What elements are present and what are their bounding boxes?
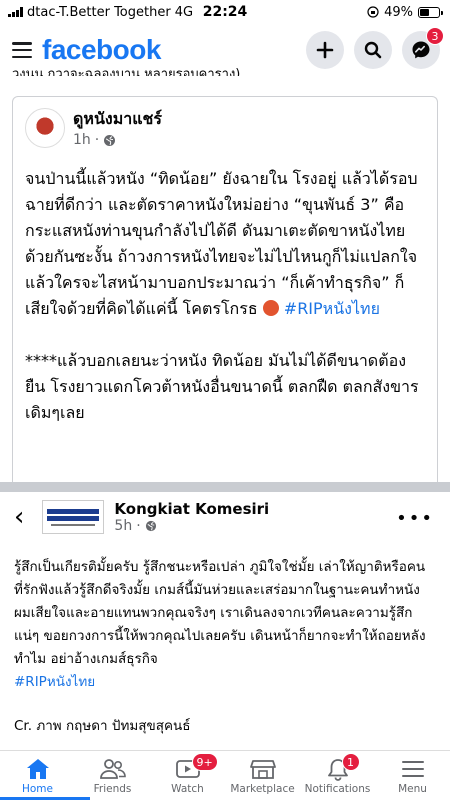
hamburger-icon[interactable] bbox=[12, 42, 32, 58]
status-right: 49% bbox=[367, 4, 443, 20]
nav-marketplace[interactable]: Marketplace bbox=[225, 751, 300, 800]
plus-icon bbox=[316, 41, 334, 59]
embedded-post-text: รู้สึกเป็นเกียรติมั้ยครับ รู้สึกชนะหรือเ… bbox=[14, 559, 426, 667]
watch-badge: 9+ bbox=[191, 753, 218, 771]
hashtag-link: #RIPหนังไทย bbox=[14, 674, 96, 690]
battery-percent: 49% bbox=[384, 4, 413, 20]
menu-icon bbox=[401, 760, 424, 777]
globe-icon bbox=[145, 520, 156, 532]
marketplace-icon bbox=[249, 759, 276, 779]
hashtag-link[interactable]: #RIPหนังไทย bbox=[284, 299, 380, 318]
avatar[interactable] bbox=[25, 107, 65, 148]
post-meta: 1h · bbox=[73, 132, 162, 148]
nav-friends[interactable]: Friends bbox=[75, 751, 150, 800]
meta-separator: · bbox=[94, 132, 100, 148]
embedded-post-body: รู้สึกเป็นเกียรติมั้ยครับ รู้สึกชนะหรือเ… bbox=[14, 556, 436, 694]
battery-fill bbox=[420, 8, 429, 16]
embedded-post-header: ‹ Kongkiat Komesiri 5h · bbox=[14, 500, 436, 534]
post-time[interactable]: 1h bbox=[73, 132, 91, 148]
page-name: Kongkiat Komesiri bbox=[114, 500, 270, 518]
notifications-badge: 1 bbox=[341, 753, 360, 771]
orientation-lock-icon bbox=[367, 6, 379, 18]
battery-icon bbox=[418, 6, 443, 18]
status-bar: dtac-T.Better Together 4G 22:24 49% bbox=[0, 0, 450, 24]
shared-post-header: ดูหนังมาแชร์ 1h · bbox=[25, 107, 425, 148]
globe-icon bbox=[104, 134, 116, 146]
page-logo bbox=[42, 500, 105, 534]
carrier-name: dtac-T.Better Together bbox=[27, 4, 171, 20]
post-paragraph: จนป่านนี้แล้วหนัง “ทิดน้อย” ยังฉายใน โรง… bbox=[25, 166, 425, 322]
network-type: 4G bbox=[174, 4, 194, 20]
embedded-post: ‹ Kongkiat Komesiri 5h · ••• รู้สึกเป็นเ… bbox=[0, 492, 450, 754]
photo-credit: Cr. ภาพ กฤษดา ปัทมสุขสุคนธ์ bbox=[14, 718, 191, 734]
status-left: dtac-T.Better Together 4G bbox=[8, 5, 193, 20]
embedded-post-time: 5h bbox=[114, 518, 133, 534]
messenger-badge: 3 bbox=[426, 27, 444, 45]
nav-watch[interactable]: Watch 9+ bbox=[150, 751, 225, 800]
truncated-text-line: วงนน กวาจะฉลองบาน หลายรอบคาราง) bbox=[12, 67, 241, 76]
post-author[interactable]: ดูหนังมาแชร์ bbox=[73, 107, 162, 132]
shared-post-card[interactable]: ดูหนังมาแชร์ 1h · จนป่านนี้แล้วหนัง “ทิด… bbox=[12, 96, 438, 482]
nav-label: Menu bbox=[398, 782, 427, 795]
nav-label: Marketplace bbox=[230, 782, 295, 795]
meta-separator: · bbox=[136, 518, 141, 534]
feed-divider bbox=[0, 482, 450, 492]
nav-label: Friends bbox=[93, 782, 132, 795]
post-paragraph-text: จนป่านนี้แล้วหนัง “ทิดน้อย” ยังฉายใน โรง… bbox=[25, 169, 418, 318]
more-options-icon: ••• bbox=[396, 508, 434, 529]
home-icon bbox=[26, 758, 49, 779]
bottom-nav: Home Friends Watch 9+ Marketplace Notifi… bbox=[0, 750, 450, 800]
shared-post-body: จนป่านนี้แล้วหนัง “ทิดน้อย” ยังฉายใน โรง… bbox=[25, 166, 425, 426]
nav-home[interactable]: Home bbox=[0, 751, 75, 800]
angry-emoji-icon bbox=[262, 300, 279, 316]
embedded-post-meta: 5h · bbox=[114, 518, 269, 534]
nav-notifications[interactable]: Notifications 1 bbox=[300, 751, 375, 800]
search-icon bbox=[364, 41, 382, 59]
nav-menu[interactable]: Menu bbox=[375, 751, 450, 800]
post-paragraph: ****แล้วบอกเลยนะว่าหนัง ทิดน้อย มันไม่ได… bbox=[25, 351, 419, 422]
nav-label: Notifications bbox=[304, 782, 371, 795]
messenger-icon bbox=[412, 41, 430, 59]
signal-icon bbox=[8, 7, 23, 17]
back-chevron-icon[interactable]: ‹ bbox=[14, 504, 24, 530]
status-time: 22:24 bbox=[202, 4, 248, 20]
nav-label: Home bbox=[21, 782, 53, 795]
nav-label: Watch bbox=[171, 782, 204, 795]
friends-icon bbox=[99, 758, 126, 779]
